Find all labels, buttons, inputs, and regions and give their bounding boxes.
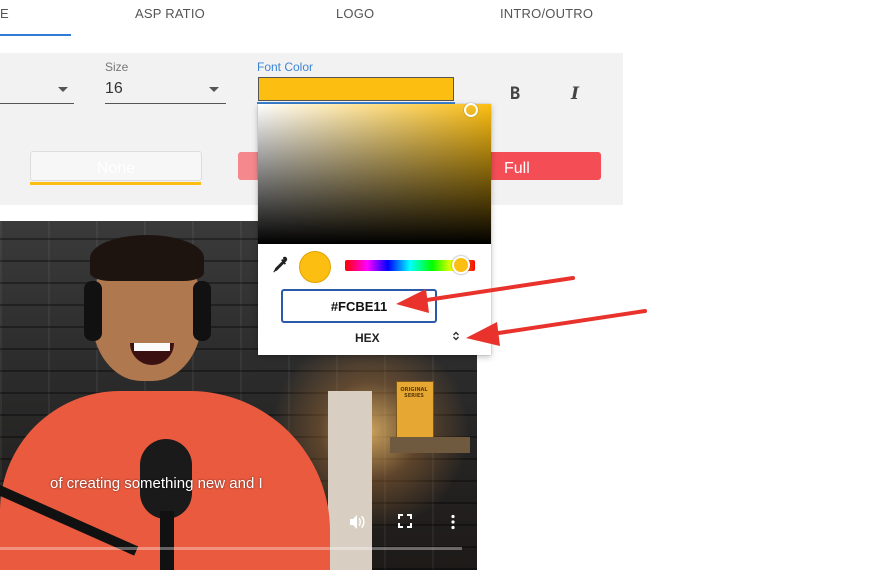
active-tab-indicator	[0, 34, 71, 36]
tab-logo[interactable]: LOGO	[336, 6, 374, 21]
size-select[interactable]: 16	[105, 80, 123, 98]
size-label: Size	[105, 60, 129, 74]
background-full-button[interactable]: Full	[490, 152, 601, 180]
microphone-stand	[160, 511, 174, 570]
more-options-icon[interactable]	[450, 514, 456, 530]
font-select-chevron-down-icon[interactable]	[58, 87, 68, 92]
headphones-right	[193, 281, 211, 341]
tab-intro-outro[interactable]: INTRO/OUTRO	[500, 6, 593, 21]
size-select-chevron-down-icon[interactable]	[209, 87, 219, 92]
bold-button[interactable]: B	[510, 84, 520, 104]
italic-button[interactable]: I	[571, 84, 579, 104]
volume-icon[interactable]	[348, 514, 366, 530]
tab-style[interactable]: E	[0, 6, 9, 21]
presenter-hair	[90, 235, 204, 281]
color-picker-popover: HEX	[258, 103, 491, 355]
size-select-underline	[105, 103, 226, 104]
book-title: ORIGINAL SERIES	[400, 387, 428, 399]
color-preview-swatch	[299, 251, 331, 283]
headphones-left	[84, 281, 102, 341]
background-none-button[interactable]: None	[30, 151, 202, 181]
book-stack	[390, 437, 470, 453]
arrow-to-mode-toggle	[466, 309, 647, 346]
hue-slider-thumb[interactable]	[452, 256, 471, 274]
presenter-teeth	[134, 343, 170, 351]
tab-aspect-ratio[interactable]: ASP RATIO	[135, 6, 205, 21]
video-progress-bar[interactable]	[0, 547, 462, 550]
fullscreen-icon[interactable]	[398, 514, 412, 528]
color-mode-label[interactable]: HEX	[355, 331, 380, 345]
font-color-label: Font Color	[257, 60, 314, 74]
background-none-selected-indicator	[30, 182, 201, 185]
eyedropper-icon[interactable]	[272, 256, 288, 276]
saturation-thumb[interactable]	[464, 103, 478, 117]
hex-value-input[interactable]	[281, 289, 437, 323]
caption-text: of creating something new and I	[50, 475, 263, 492]
font-color-swatch[interactable]	[258, 77, 454, 101]
lamp-post	[328, 391, 372, 570]
up-down-chevron-icon[interactable]	[452, 331, 460, 341]
font-select[interactable]	[0, 103, 74, 104]
background-partial-button[interactable]	[238, 152, 260, 180]
saturation-brightness-area[interactable]	[258, 104, 491, 244]
